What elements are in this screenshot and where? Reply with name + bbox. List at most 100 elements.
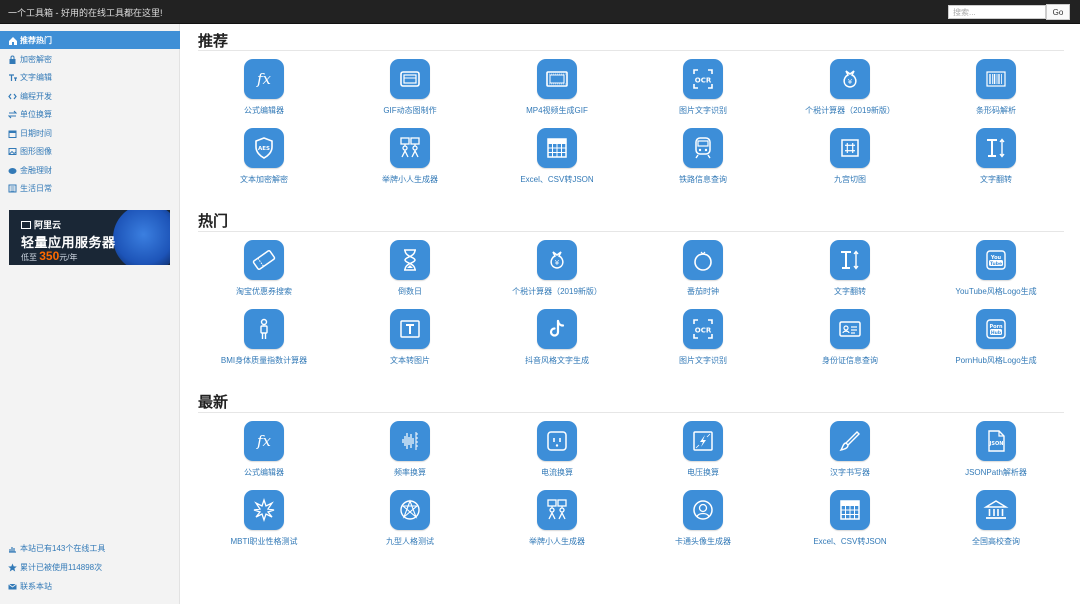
tool-card[interactable]: 抖音风格文字生成: [487, 309, 627, 366]
tool-card[interactable]: 汉字书写器: [780, 421, 920, 478]
tool-label[interactable]: 图片文字识别: [679, 105, 727, 116]
video-icon[interactable]: [537, 59, 577, 99]
sidebar-item-image[interactable]: 图形图像: [0, 142, 180, 160]
tool-card[interactable]: 全国高校查询: [926, 490, 1066, 547]
ocr-icon[interactable]: OCR: [683, 59, 723, 99]
tool-card[interactable]: OCR 图片文字识别: [633, 59, 773, 116]
tool-label[interactable]: 汉字书写器: [830, 467, 870, 478]
tool-card[interactable]: You Tube YouTube风格Logo生成: [926, 240, 1066, 297]
site-brand[interactable]: 一个工具箱 - 好用的在线工具都在这里!: [8, 6, 163, 19]
coupon-icon[interactable]: [244, 240, 284, 280]
tool-label[interactable]: 频率换算: [394, 467, 426, 478]
tool-label[interactable]: 公式编辑器: [244, 467, 284, 478]
tool-card[interactable]: AES 文本加密解密: [194, 128, 334, 185]
tool-card[interactable]: 文字翻转: [926, 128, 1066, 185]
tool-label[interactable]: 个税计算器（2019新版）: [805, 105, 895, 116]
tool-label[interactable]: BMI身体质量指数计算器: [221, 355, 307, 366]
tool-label[interactable]: Excel、CSV转JSON: [813, 536, 886, 547]
tool-label[interactable]: 个税计算器（2019新版）: [512, 286, 602, 297]
tool-card[interactable]: 卡通头像生成器: [633, 490, 773, 547]
sidebar-item-lock[interactable]: 加密解密: [0, 50, 180, 68]
tool-label[interactable]: 九型人格测试: [386, 536, 434, 547]
tool-card[interactable]: fx 公式编辑器: [194, 421, 334, 478]
socket-icon[interactable]: [537, 421, 577, 461]
tool-label[interactable]: 举牌小人生成器: [529, 536, 585, 547]
nine-grid-icon[interactable]: [830, 128, 870, 168]
gif-icon[interactable]: [390, 59, 430, 99]
tool-label[interactable]: 倒数日: [398, 286, 422, 297]
sidebar-item-list[interactable]: 生活日常: [0, 179, 180, 197]
tool-label[interactable]: 公式编辑器: [244, 105, 284, 116]
tool-label[interactable]: 九宫切图: [834, 174, 866, 185]
tool-label[interactable]: 文字翻转: [834, 286, 866, 297]
tool-label[interactable]: 番茄时钟: [687, 286, 719, 297]
tool-card[interactable]: Porn Hub PornHub风格Logo生成: [926, 309, 1066, 366]
tool-label[interactable]: 图片文字识别: [679, 355, 727, 366]
tool-card[interactable]: 番茄时钟: [633, 240, 773, 297]
tool-card[interactable]: OCR 图片文字识别: [633, 309, 773, 366]
tool-card[interactable]: fx 公式编辑器: [194, 59, 334, 116]
youtube-logo-icon[interactable]: You Tube: [976, 240, 1016, 280]
tool-label[interactable]: 电流换算: [541, 467, 573, 478]
tool-label[interactable]: 全国高校查询: [972, 536, 1020, 547]
tool-card[interactable]: JSON JSONPath解析器: [926, 421, 1066, 478]
tomato-icon[interactable]: [683, 240, 723, 280]
search-input[interactable]: [948, 5, 1046, 19]
sidebar-item-code[interactable]: 编程开发: [0, 87, 180, 105]
voltage-icon[interactable]: [683, 421, 723, 461]
money-bag-icon[interactable]: ¥: [830, 59, 870, 99]
ocr-icon[interactable]: OCR: [683, 309, 723, 349]
tool-card[interactable]: MP4视频生成GIF: [487, 59, 627, 116]
tool-label[interactable]: 条形码解析: [976, 105, 1016, 116]
text-image-icon[interactable]: [390, 309, 430, 349]
tool-card[interactable]: MBTI职业性格测试: [194, 490, 334, 547]
hourglass-icon[interactable]: [390, 240, 430, 280]
tool-card[interactable]: 铁路信息查询: [633, 128, 773, 185]
tool-card[interactable]: ¥ 个税计算器（2019新版）: [780, 59, 920, 116]
aliyun-ad-banner[interactable]: 阿里云 轻量应用服务器 低至 350元/年: [9, 210, 170, 265]
json-file-icon[interactable]: JSON: [976, 421, 1016, 461]
avatar-icon[interactable]: [683, 490, 723, 530]
formula-icon[interactable]: fx: [244, 59, 284, 99]
tool-label[interactable]: MP4视频生成GIF: [526, 105, 588, 116]
tool-label[interactable]: MBTI职业性格测试: [230, 536, 297, 547]
tool-label[interactable]: 文本加密解密: [240, 174, 288, 185]
tool-card[interactable]: 电压换算: [633, 421, 773, 478]
flip-text-icon[interactable]: [830, 240, 870, 280]
formula-icon[interactable]: fx: [244, 421, 284, 461]
sidebar-item-home[interactable]: 推荐热门: [0, 31, 180, 49]
university-icon[interactable]: [976, 490, 1016, 530]
money-bag-icon[interactable]: ¥: [537, 240, 577, 280]
shield-aes-icon[interactable]: AES: [244, 128, 284, 168]
search-go-button[interactable]: Go: [1046, 4, 1070, 20]
tool-label[interactable]: PornHub风格Logo生成: [955, 355, 1036, 366]
id-card-icon[interactable]: [830, 309, 870, 349]
ph-logo-icon[interactable]: Porn Hub: [976, 309, 1016, 349]
tool-card[interactable]: 九宫切图: [780, 128, 920, 185]
grid-icon[interactable]: [537, 128, 577, 168]
tool-card[interactable]: BMI身体质量指数计算器: [194, 309, 334, 366]
tool-label[interactable]: Excel、CSV转JSON: [520, 174, 593, 185]
tiktok-icon[interactable]: [537, 309, 577, 349]
enneagram-icon[interactable]: [390, 490, 430, 530]
tool-card[interactable]: 九型人格测试: [340, 490, 480, 547]
tool-card[interactable]: 举牌小人生成器: [340, 128, 480, 185]
grid-icon[interactable]: [830, 490, 870, 530]
sign-people-icon[interactable]: [537, 490, 577, 530]
person-icon[interactable]: [244, 309, 284, 349]
brush-icon[interactable]: [830, 421, 870, 461]
train-icon[interactable]: [683, 128, 723, 168]
tool-label[interactable]: 淘宝优惠券搜索: [236, 286, 292, 297]
tool-label[interactable]: 电压换算: [687, 467, 719, 478]
frequency-icon[interactable]: [390, 421, 430, 461]
tool-card[interactable]: 文字翻转: [780, 240, 920, 297]
tool-card[interactable]: 举牌小人生成器: [487, 490, 627, 547]
mbti-icon[interactable]: [244, 490, 284, 530]
tool-label[interactable]: 卡通头像生成器: [675, 536, 731, 547]
sign-people-icon[interactable]: [390, 128, 430, 168]
tool-label[interactable]: 身份证信息查询: [822, 355, 878, 366]
tool-label[interactable]: 文本转图片: [390, 355, 430, 366]
sidebar-item-exchange[interactable]: 单位换算: [0, 105, 180, 123]
tool-label[interactable]: 举牌小人生成器: [382, 174, 438, 185]
tool-card[interactable]: ¥ 个税计算器（2019新版）: [487, 240, 627, 297]
